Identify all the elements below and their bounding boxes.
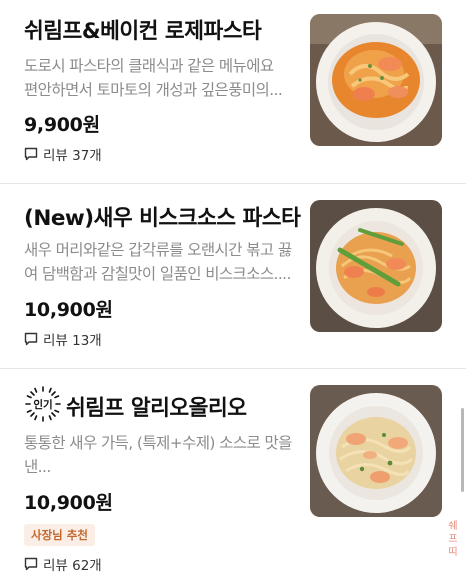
comment-icon (24, 332, 38, 346)
comment-icon (24, 557, 38, 571)
aglio-olio-image (310, 385, 442, 517)
menu-item-description: 새우 머리와같은 갑각류를 오랜시간 볶고 끓 여 담백함과 감칠맛이 일품인 … (24, 241, 292, 283)
review-count[interactable]: 리뷰 13개 (24, 329, 102, 349)
menu-item-price: 9,900원 (24, 114, 100, 136)
menu-item-description: 도로시 파스타의 클래식과 같은 메뉴에요 편안하면서 토마토의 개성과 깊은풍… (24, 57, 283, 99)
menu-item-price: 10,900원 (24, 492, 113, 514)
owner-recommend-badge: 사장님 추천 (24, 524, 95, 546)
menu-item-title: 쉬림프 알리오올리오 (66, 396, 247, 421)
menu-item-price: 10,900원 (24, 299, 113, 321)
comment-icon (24, 147, 38, 161)
menu-item-description: 통통한 새우 가득, (특제+수제) 소스로 맛을 낸... (24, 434, 292, 476)
popular-badge-label: 인기 (33, 398, 52, 411)
review-count[interactable]: 리뷰 37개 (24, 144, 102, 164)
review-count[interactable]: 리뷰 62개 (24, 554, 102, 574)
menu-item-bisque-pasta[interactable]: (New)새우 비스크소스 파스타 새우 머리와같은 갑각류를 오랜시간 볶고 … (0, 184, 466, 368)
menu-item-title: (New)새우 비스크소스 파스타 (24, 206, 301, 231)
scrollbar[interactable] (461, 408, 464, 492)
watermark: 쉐프띠 (448, 521, 458, 558)
menu-item-title: 쉬림프&베이컨 로제파스타 (24, 19, 262, 44)
popular-starburst-icon: 인기 (25, 386, 61, 422)
bisque-pasta-image (310, 200, 442, 332)
menu-item-aglio-olio[interactable]: 인기 쉬림프 알리오올리오 통통한 새우 가득, (특제+수제) 소스로 맛을 … (0, 369, 466, 575)
menu-item-rose-pasta[interactable]: 쉬림프&베이컨 로제파스타 도로시 파스타의 클래식과 같은 메뉴에요 편안하면… (0, 0, 466, 183)
rose-pasta-image (310, 14, 442, 146)
